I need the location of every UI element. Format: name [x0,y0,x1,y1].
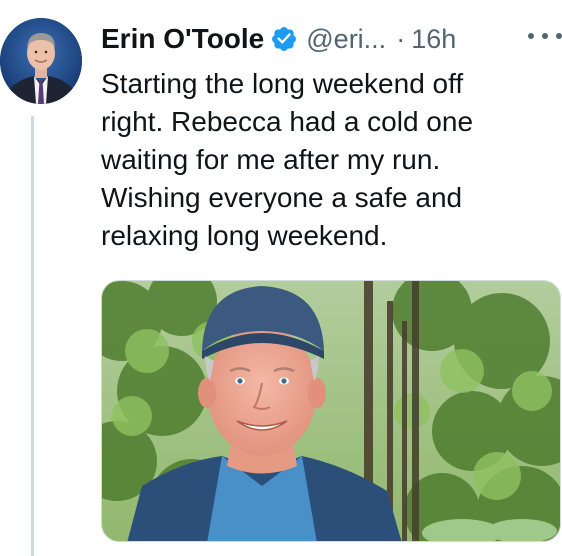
author-name[interactable]: Erin O'Toole [101,23,264,55]
photo-image [102,281,560,541]
tweet-photo[interactable] [101,280,561,542]
verified-badge-icon [270,25,298,53]
thread-connector-line [31,116,34,556]
more-options-icon[interactable] [528,30,562,42]
timestamp[interactable]: 16h [411,24,456,55]
tweet-header: Erin O'Toole @eri... · 16h [101,20,456,58]
separator-dot: · [396,23,406,54]
avatar-image [0,18,82,104]
author-handle[interactable]: @eri... [306,24,386,55]
tweet-text: Starting the long weekend off right. Reb… [101,68,474,251]
avatar[interactable] [0,18,82,104]
tweet[interactable]: Erin O'Toole @eri... · 16h Starting the … [0,0,562,556]
